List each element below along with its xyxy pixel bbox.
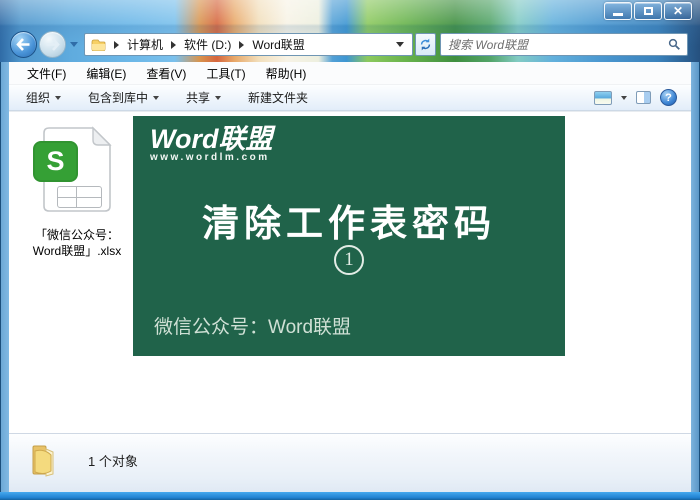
explorer-window: ✕ 计算机 软件 (D:) Word联盟 搜索 Word联盟 文件(F) 编辑(… — [0, 0, 700, 500]
menu-file[interactable]: 文件(F) — [17, 62, 76, 85]
window-bottom-border — [0, 492, 700, 500]
maximize-icon — [643, 7, 653, 15]
menu-edit[interactable]: 编辑(E) — [76, 62, 136, 85]
share-label: 共享 — [186, 91, 211, 105]
preview-pane-icon[interactable] — [636, 91, 651, 104]
address-dropdown-icon[interactable] — [396, 42, 404, 47]
tutorial-banner: Word联盟 www.wordlm.com 清除工作表密码 1 微信公众号：Wo… — [133, 116, 565, 356]
breadcrumb-item-folder[interactable]: Word联盟 — [250, 34, 306, 55]
command-toolbar: 组织 包含到库中 共享 新建文件夹 ? — [9, 85, 691, 111]
back-button[interactable] — [10, 31, 37, 58]
organize-button[interactable]: 组织 — [26, 89, 62, 106]
forward-button[interactable] — [39, 31, 66, 58]
arrow-right-icon — [46, 38, 60, 51]
dropdown-caret-icon — [215, 95, 222, 100]
dropdown-caret-icon — [55, 95, 62, 100]
step-number-badge: 1 — [334, 245, 364, 275]
search-input[interactable] — [441, 37, 668, 52]
minimize-button[interactable] — [604, 2, 632, 20]
wordlm-logo: Word联盟 www.wordlm.com — [150, 125, 273, 164]
search-icon — [668, 38, 681, 51]
banner-title: 清除工作表密码 — [202, 203, 496, 244]
address-bar[interactable]: 计算机 软件 (D:) Word联盟 — [84, 33, 413, 56]
file-list-area[interactable]: S 「微信公众号： Word联盟」.xlsx Word联盟 www.wordlm… — [9, 111, 691, 433]
maximize-button[interactable] — [634, 2, 662, 20]
breadcrumb-arrow-icon — [239, 40, 245, 49]
recent-pages-chevron-icon[interactable] — [70, 42, 78, 47]
file-name-label[interactable]: 「微信公众号： Word联盟」.xlsx — [21, 227, 133, 259]
views-dropdown-caret-icon[interactable] — [621, 95, 627, 100]
breadcrumb-item-computer[interactable]: 计算机 — [125, 34, 165, 55]
new-folder-label: 新建文件夹 — [248, 91, 309, 105]
status-folder-icon — [25, 442, 63, 485]
menu-view[interactable]: 查看(V) — [136, 62, 196, 85]
menu-bar: 文件(F) 编辑(E) 查看(V) 工具(T) 帮助(H) — [9, 62, 691, 85]
logo-title: Word联盟 — [150, 124, 273, 154]
window-controls: ✕ — [604, 2, 692, 20]
close-icon: ✕ — [672, 4, 684, 18]
refresh-icon — [420, 38, 431, 51]
file-item-xlsx[interactable]: S 「微信公众号： Word联盟」.xlsx — [21, 124, 133, 259]
menu-tools[interactable]: 工具(T) — [196, 62, 255, 85]
help-icon[interactable]: ? — [660, 89, 677, 106]
organize-label: 组织 — [26, 91, 51, 105]
breadcrumb-arrow-icon — [114, 40, 119, 49]
share-button[interactable]: 共享 — [186, 89, 222, 106]
new-folder-button[interactable]: 新建文件夹 — [248, 89, 308, 106]
dropdown-caret-icon — [153, 95, 160, 100]
refresh-button[interactable] — [415, 33, 436, 56]
minimize-icon — [613, 13, 623, 16]
include-in-library-button[interactable]: 包含到库中 — [88, 89, 160, 106]
search-box[interactable] — [440, 33, 688, 56]
title-bar: ✕ 计算机 软件 (D:) Word联盟 搜索 Word联盟 — [0, 0, 700, 62]
breadcrumb-item-drive[interactable]: 软件 (D:) — [182, 34, 233, 55]
menu-help[interactable]: 帮助(H) — [256, 62, 317, 85]
table-grid-icon — [57, 186, 102, 208]
items-count: 1 个对象 — [88, 454, 138, 469]
file-name-line1: 「微信公众号： — [34, 228, 119, 242]
file-name-line2: Word联盟」.xlsx — [32, 244, 122, 258]
banner-footer: 微信公众号：Word联盟 — [154, 317, 352, 338]
change-view-icon[interactable] — [594, 90, 612, 105]
spreadsheet-file-icon: S — [33, 124, 115, 220]
status-bar: 1 个对象 — [9, 433, 691, 492]
folder-icon — [91, 39, 106, 51]
close-button[interactable]: ✕ — [664, 2, 692, 20]
arrow-left-icon — [16, 38, 30, 51]
toolbar-right-icons: ? — [594, 89, 691, 106]
logo-subtitle: www.wordlm.com — [150, 152, 270, 164]
include-in-library-label: 包含到库中 — [88, 91, 149, 105]
wps-spreadsheet-badge-icon: S — [33, 141, 78, 182]
breadcrumb-arrow-icon — [171, 40, 177, 49]
